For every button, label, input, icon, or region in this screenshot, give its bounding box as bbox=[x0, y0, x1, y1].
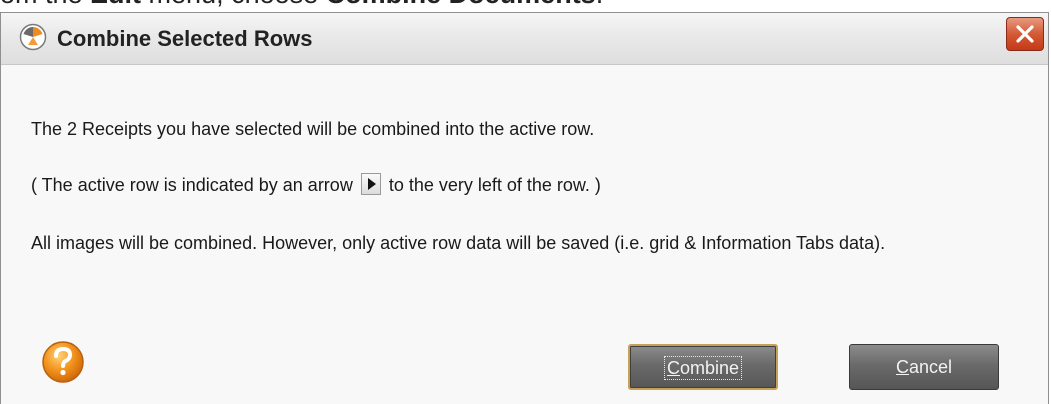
message-line-2-end: to the very left of the row. ) bbox=[388, 175, 601, 195]
close-button[interactable] bbox=[1006, 17, 1044, 51]
caption-prefix: om the bbox=[0, 0, 90, 9]
combine-button[interactable]: Combine bbox=[628, 344, 778, 390]
caption-command: Combine Documents bbox=[326, 0, 596, 9]
combine-button-label: Combine bbox=[663, 356, 743, 380]
title-bar[interactable]: Combine Selected Rows bbox=[1, 13, 1048, 65]
cancel-label-rest: ancel bbox=[908, 357, 953, 377]
dialog-title: Combine Selected Rows bbox=[57, 26, 313, 51]
cancel-mnemonic: C bbox=[895, 357, 909, 377]
message-line-2-start: ( The active row is indicated by an arro… bbox=[31, 175, 353, 195]
row-pointer-arrow-icon bbox=[360, 173, 381, 196]
combine-label-rest: ombine bbox=[679, 358, 740, 378]
message-line-2: ( The active row is indicated by an arro… bbox=[31, 171, 601, 199]
caption-middle: menu, choose bbox=[141, 0, 326, 9]
page: om the Edit menu, choose Combine Documen… bbox=[0, 0, 1051, 404]
app-logo-icon bbox=[19, 23, 47, 51]
close-x-icon bbox=[1016, 25, 1034, 43]
cancel-button-label: Cancel bbox=[896, 357, 952, 377]
combine-dialog: Combine Selected Rows The 2 Receipts you… bbox=[0, 12, 1049, 404]
caption-suffix: . bbox=[596, 0, 604, 9]
combine-mnemonic: C bbox=[666, 358, 680, 378]
caption-menu: Edit bbox=[90, 0, 141, 9]
dialog-body: The 2 Receipts you have selected will be… bbox=[1, 65, 1048, 404]
message-line-3: All images will be combined. However, on… bbox=[31, 233, 886, 253]
message-line-1: The 2 Receipts you have selected will be… bbox=[31, 119, 595, 139]
help-question-icon[interactable] bbox=[41, 340, 85, 384]
cancel-button[interactable]: Cancel bbox=[849, 344, 999, 390]
